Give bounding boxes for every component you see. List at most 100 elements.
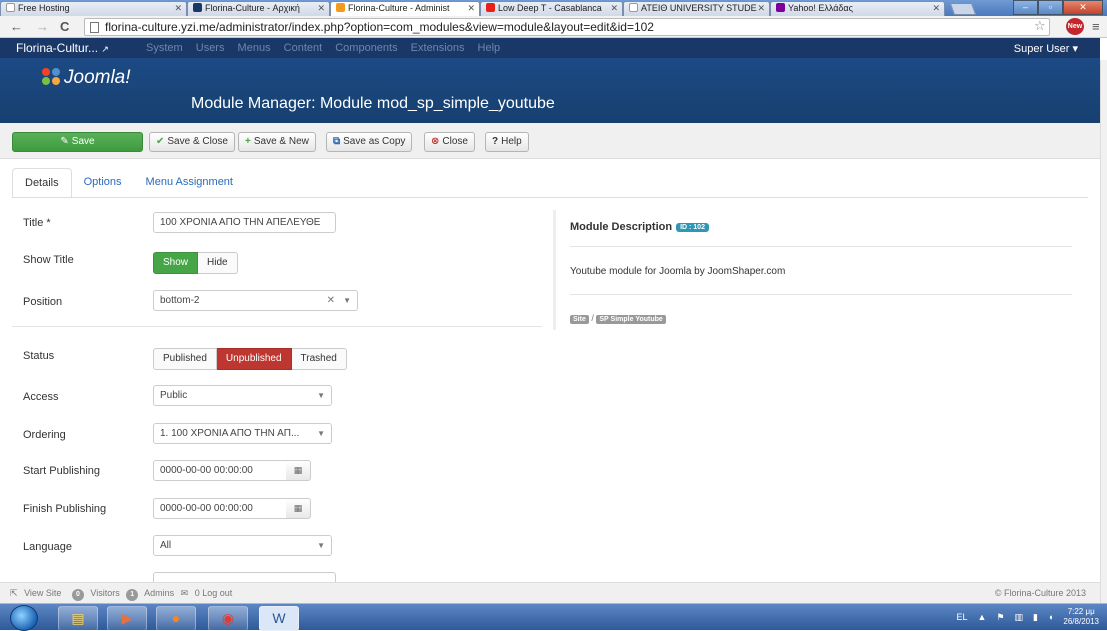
title-input[interactable]: 100 ΧΡΟΝΙΑ ΑΠΟ ΤΗΝ ΑΠΕΛΕΥΘΕ xyxy=(153,212,336,233)
close-window-button[interactable]: ✕ xyxy=(1063,0,1103,15)
browser-tab-free-hosting[interactable]: Free Hosting ✕ xyxy=(0,1,187,16)
language-label: Language xyxy=(23,541,72,553)
view-site-label: View Site xyxy=(24,588,62,598)
extension-icon[interactable]: New xyxy=(1066,18,1084,35)
media-player-icon[interactable]: ▶ xyxy=(107,606,147,631)
status-toggle: Published Unpublished Trashed xyxy=(153,348,347,370)
save-label: Save xyxy=(71,136,95,147)
close-tab-icon[interactable]: ✕ xyxy=(610,2,618,15)
clear-icon[interactable]: ✕ xyxy=(327,291,335,310)
tab-menu-assignment[interactable]: Menu Assignment xyxy=(134,168,245,198)
position-select[interactable]: bottom-2 ✕ ▼ xyxy=(153,290,358,311)
calendar-icon[interactable]: ▦ xyxy=(286,460,311,481)
menu-components[interactable]: Components xyxy=(335,42,397,54)
admin-navbar: Florina-Cultur... ↗ System Users Menus C… xyxy=(0,38,1100,58)
language-select[interactable]: All ▼ xyxy=(153,535,332,556)
maximize-button[interactable]: ▫ xyxy=(1038,0,1063,15)
page-icon xyxy=(90,22,99,33)
page-icon xyxy=(629,3,638,12)
tab-label: Florina-Culture - Administ xyxy=(348,3,450,13)
finish-publishing-input[interactable]: 0000-00-00 00:00:00 xyxy=(153,498,287,519)
browser-tab-strip: Free Hosting ✕ Florina-Culture - Αρχική ✕ … xyxy=(0,0,1107,17)
close-tab-icon[interactable]: ✕ xyxy=(932,2,940,15)
explorer-icon[interactable]: ▤ xyxy=(58,606,98,631)
show-button[interactable]: Show xyxy=(153,252,199,274)
menu-users[interactable]: Users xyxy=(196,42,225,54)
access-select[interactable]: Public ▼ xyxy=(153,385,332,406)
help-label: Help xyxy=(501,136,522,147)
tab-options[interactable]: Options xyxy=(72,168,134,198)
tag-separator: / xyxy=(591,313,594,323)
site-brand-link[interactable]: Florina-Cultur... ↗ xyxy=(16,41,109,55)
forward-arrow-icon[interactable]: → xyxy=(36,19,49,35)
menu-content[interactable]: Content xyxy=(284,42,323,54)
access-label: Access xyxy=(23,391,59,403)
chevron-down-icon: ▼ xyxy=(317,429,325,438)
help-icon: ? xyxy=(492,136,499,147)
plus-icon: + xyxy=(245,136,251,147)
save-close-button[interactable]: ✔ Save & Close xyxy=(149,132,235,152)
edit-icon: ✎ xyxy=(60,136,69,147)
start-button[interactable] xyxy=(10,605,38,631)
browser-tab-home[interactable]: Florina-Culture - Αρχική ✕ xyxy=(187,1,330,16)
tab-details[interactable]: Details xyxy=(12,168,72,198)
reload-icon[interactable]: C xyxy=(60,19,69,35)
menu-system[interactable]: System xyxy=(146,42,183,54)
menu-menus[interactable]: Menus xyxy=(238,42,271,54)
close-tab-icon[interactable]: ✕ xyxy=(317,2,325,15)
tab-label: Florina-Culture - Αρχική xyxy=(205,3,300,13)
page-header: Joomla! Module Manager: Module mod_sp_si… xyxy=(0,58,1100,123)
show-hidden-icons-icon[interactable]: ▲ xyxy=(978,612,987,622)
bookmark-star-icon[interactable]: ☆ xyxy=(1034,18,1046,34)
module-description-heading: Module Description ID : 102 xyxy=(570,221,709,233)
signal-icon[interactable]: ▮ xyxy=(1033,612,1038,623)
published-button[interactable]: Published xyxy=(153,348,217,370)
browser-menu-icon[interactable]: ≡ xyxy=(1092,19,1100,34)
volume-icon[interactable]: ◖ xyxy=(1048,612,1053,622)
minimize-button[interactable]: – xyxy=(1013,0,1038,15)
language-value: All xyxy=(160,540,172,551)
calendar-icon[interactable]: ▦ xyxy=(286,498,311,519)
save-copy-button[interactable]: ⧉ Save as Copy xyxy=(326,132,413,152)
back-arrow-icon[interactable]: ← xyxy=(10,19,23,35)
logout-link[interactable]: ✉ 0 Log out xyxy=(181,588,237,598)
trashed-button[interactable]: Trashed xyxy=(291,348,347,370)
flag-icon[interactable]: ⚑ xyxy=(996,612,1004,623)
menu-help[interactable]: Help xyxy=(478,42,501,54)
close-tab-icon[interactable]: ✕ xyxy=(174,2,182,15)
firefox-icon[interactable]: ● xyxy=(156,606,196,631)
start-publishing-input[interactable]: 0000-00-00 00:00:00 xyxy=(153,460,287,481)
help-button[interactable]: ? Help xyxy=(485,132,529,152)
admin-menu: System Users Menus Content Components Ex… xyxy=(146,42,510,54)
clock[interactable]: 7:22 μμ 26/8/2013 xyxy=(1063,607,1099,627)
logo-text: Joomla! xyxy=(64,67,131,88)
new-tab-button[interactable] xyxy=(949,3,977,15)
close-label: Close xyxy=(442,136,468,147)
url-input[interactable]: florina-culture.yzi.me/administrator/ind… xyxy=(84,18,1050,36)
user-menu[interactable]: Super User ▾ xyxy=(1014,42,1078,55)
browser-tab-admin[interactable]: Florina-Culture - Administ ✕ xyxy=(330,1,480,17)
save-button[interactable]: ✎ Save xyxy=(12,132,143,152)
close-circle-icon: ⊗ xyxy=(431,136,440,147)
status-label: Status xyxy=(23,350,55,362)
save-new-button[interactable]: + Save & New xyxy=(238,132,316,152)
unpublished-button[interactable]: Unpublished xyxy=(216,348,292,370)
close-button[interactable]: ⊗ Close xyxy=(424,132,475,152)
admins-label: Admins xyxy=(144,588,175,598)
hide-button[interactable]: Hide xyxy=(198,252,238,274)
view-site-link[interactable]: ⇱ View Site xyxy=(10,588,65,598)
close-tab-icon[interactable]: ✕ xyxy=(467,2,475,15)
ordering-select[interactable]: 1. 100 ΧΡΟΝΙΑ ΑΠΟ ΤΗΝ ΑΠ... ▼ xyxy=(153,423,332,444)
browser-tab-ateith[interactable]: ATEIΘ UNIVERSITY STUDE ✕ xyxy=(623,1,770,16)
save-copy-label: Save as Copy xyxy=(343,136,406,147)
word-icon[interactable]: W xyxy=(259,606,299,631)
browser-tab-youtube[interactable]: Low Deep T - Casablanca ✕ xyxy=(480,1,623,16)
browser-tab-yahoo[interactable]: Yahoo! Ελλάδας ✕ xyxy=(770,1,945,16)
chrome-icon[interactable]: ◉ xyxy=(208,606,248,631)
network-icon[interactable]: ▥ xyxy=(1015,612,1024,623)
language-indicator[interactable]: EL xyxy=(956,612,967,622)
page-scrollbar[interactable] xyxy=(1100,60,1107,603)
admin-status-bar: ⇱ View Site 0 Visitors 1 Admins ✉ 0 Log … xyxy=(0,582,1100,603)
close-tab-icon[interactable]: ✕ xyxy=(757,2,765,15)
menu-extensions[interactable]: Extensions xyxy=(411,42,465,54)
